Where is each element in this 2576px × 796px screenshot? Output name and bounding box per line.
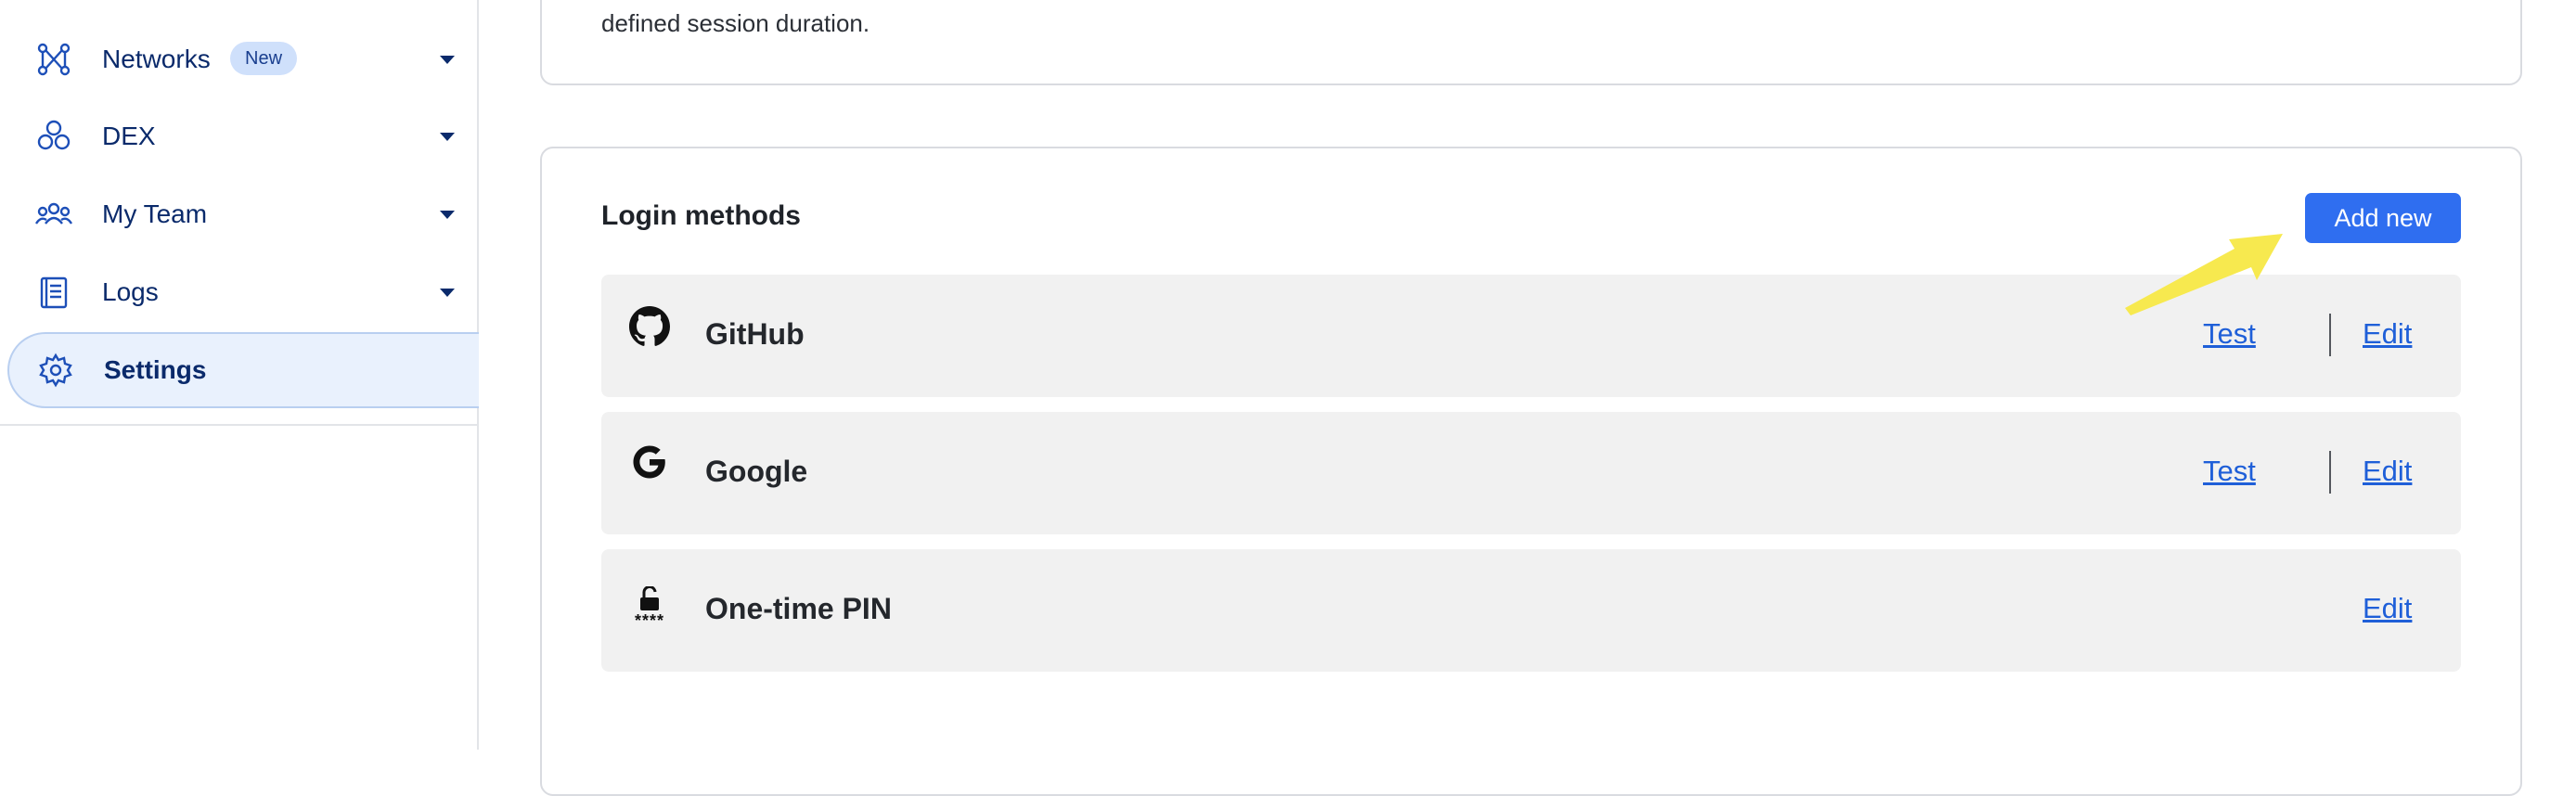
divider — [2329, 451, 2331, 494]
sidebar-item-label: Networks — [102, 45, 211, 73]
session-settings-card: defined session duration. — [540, 0, 2522, 85]
chevron-down-icon[interactable] — [440, 55, 455, 64]
chevron-down-icon[interactable] — [440, 288, 455, 297]
pin-lock-icon: **** — [629, 581, 670, 636]
new-badge: New — [230, 42, 298, 75]
login-method-name: Google — [705, 455, 808, 488]
sidebar-item-dex[interactable]: DEX — [7, 98, 479, 174]
sidebar-item-logs[interactable]: Logs — [7, 254, 479, 330]
session-duration-text: defined session duration. — [601, 9, 870, 37]
login-method-name: GitHub — [705, 317, 805, 351]
github-icon — [629, 306, 670, 362]
sidebar-item-settings[interactable]: Settings — [7, 332, 479, 408]
sidebar-item-label: DEX — [102, 122, 156, 150]
gear-icon — [37, 352, 74, 389]
network-icon — [35, 41, 72, 78]
pin-mask: **** — [634, 611, 665, 630]
card-title: Login methods — [601, 200, 801, 231]
edit-link[interactable]: Edit — [2363, 592, 2412, 625]
login-method-row: Google Test Edit — [601, 412, 2461, 534]
annotation-arrow-icon — [2125, 234, 2283, 315]
chevron-down-icon[interactable] — [440, 132, 455, 141]
sidebar-item-label: Settings — [104, 355, 207, 384]
chevron-down-icon[interactable] — [440, 210, 455, 219]
login-method-name: One-time PIN — [705, 592, 892, 625]
sidebar-item-networks[interactable]: Networks New — [7, 21, 479, 97]
sidebar: Networks New DEX My Team Logs Settings — [0, 0, 479, 750]
sidebar-item-my-team[interactable]: My Team — [7, 176, 479, 252]
sidebar-item-label: Logs — [102, 277, 159, 306]
edit-link[interactable]: Edit — [2363, 455, 2412, 488]
sidebar-divider — [0, 424, 479, 426]
test-link[interactable]: Test — [2203, 455, 2256, 488]
google-icon — [629, 443, 670, 499]
logs-icon — [35, 274, 72, 311]
add-new-button[interactable]: Add new — [2305, 193, 2461, 243]
team-icon — [35, 196, 72, 233]
divider — [2329, 314, 2331, 356]
login-method-row: **** One-time PIN Edit — [601, 549, 2461, 672]
dex-icon — [35, 118, 72, 155]
edit-link[interactable]: Edit — [2363, 317, 2412, 351]
sidebar-item-label: My Team — [102, 199, 208, 228]
